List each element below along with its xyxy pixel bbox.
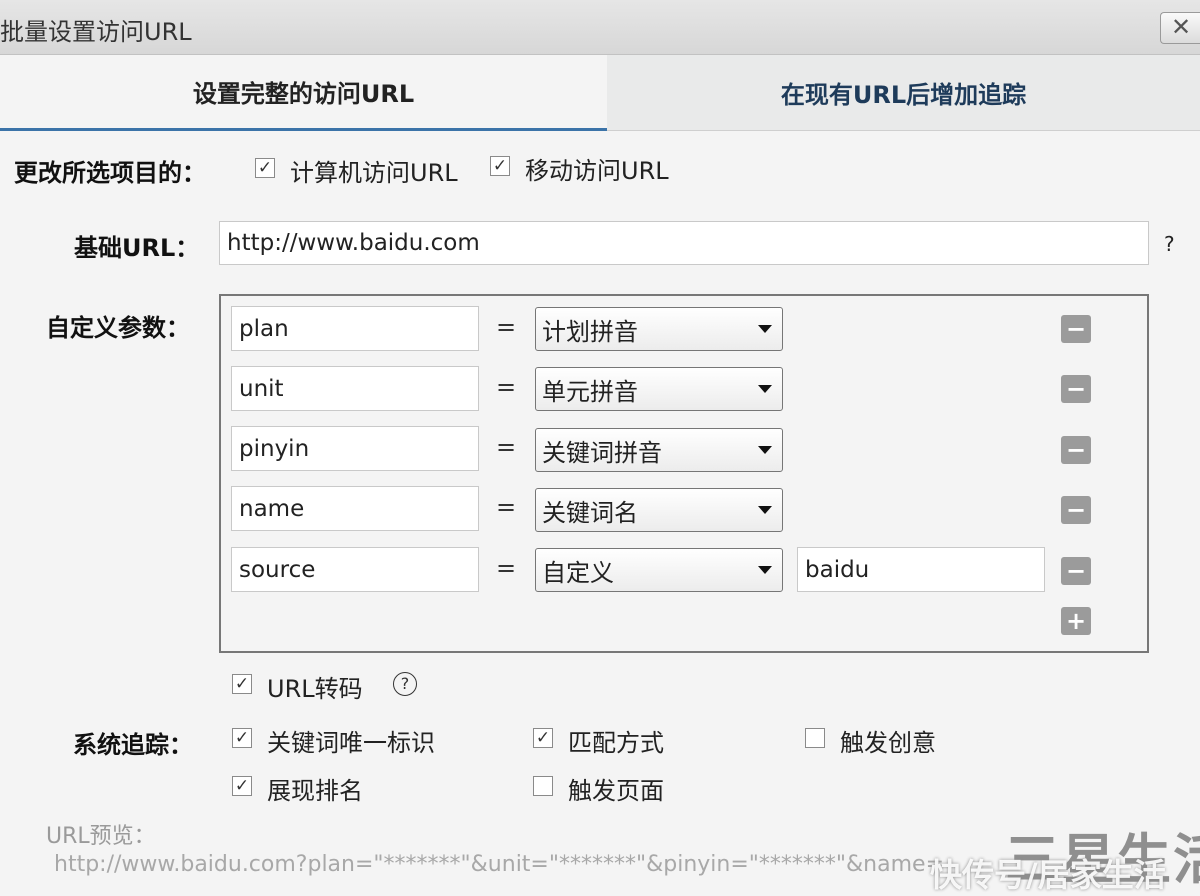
window-title: 批量设置访问URL [0, 18, 192, 46]
checkbox-url-encode-label: URL转码 [267, 675, 363, 703]
remove-param-button[interactable]: − [1061, 315, 1091, 343]
checkbox-display-rank-label: 展现排名 [267, 777, 363, 805]
watermark-caption: 快传号/居家生活 [930, 856, 1166, 894]
checkbox-match-type-label: 匹配方式 [568, 729, 664, 757]
checkbox-display-rank[interactable]: ✓ [232, 776, 252, 796]
minus-icon: − [1065, 375, 1087, 403]
checkbox-trigger-page-label: 触发页面 [568, 777, 664, 805]
param-equals: = [496, 493, 517, 521]
param-key-input[interactable]: plan [231, 306, 479, 351]
chevron-down-icon [758, 566, 772, 574]
remove-param-button[interactable]: − [1061, 375, 1091, 403]
tab-full-url-label: 设置完整的访问URL [192, 80, 415, 108]
param-value-select[interactable]: 单元拼音 [535, 367, 783, 411]
checkbox-mobile-url[interactable]: ✓ [490, 156, 510, 176]
minus-icon: − [1065, 436, 1087, 464]
checkbox-trigger-creative-label: 触发创意 [840, 729, 936, 757]
minus-icon: − [1065, 557, 1087, 585]
param-key-input[interactable]: pinyin [231, 426, 479, 471]
checkbox-match-type[interactable]: ✓ [533, 728, 553, 748]
param-key-input[interactable]: name [231, 486, 479, 531]
chevron-down-icon [758, 325, 772, 333]
chevron-down-icon [758, 385, 772, 393]
remove-param-button[interactable]: − [1061, 557, 1091, 585]
close-button[interactable]: ✕ [1160, 12, 1200, 44]
chevron-down-icon [758, 506, 772, 514]
tab-append-tracking[interactable]: 在现有URL后增加追踪 [607, 55, 1200, 131]
param-value-select[interactable]: 计划拼音 [535, 307, 783, 351]
param-equals: = [496, 554, 517, 582]
tab-append-tracking-label: 在现有URL后增加追踪 [780, 81, 1027, 109]
chevron-down-icon [758, 446, 772, 454]
change-selected-label: 更改所选项目的： [14, 159, 206, 187]
checkbox-mobile-url-label: 移动访问URL [525, 157, 669, 185]
param-value-select-text: 关键词拼音 [542, 438, 662, 467]
help-icon[interactable]: ? [393, 672, 417, 696]
checkbox-trigger-page[interactable] [533, 776, 553, 796]
remove-param-button[interactable]: − [1061, 496, 1091, 524]
plus-icon: + [1065, 607, 1087, 635]
param-key-input[interactable]: source [231, 547, 479, 592]
param-equals: = [496, 373, 517, 401]
checkbox-pc-url-label: 计算机访问URL [290, 159, 458, 187]
tab-full-url[interactable]: 设置完整的访问URL [0, 55, 607, 131]
url-preview-label: URL预览： [46, 824, 156, 849]
url-preview-text: http://www.baidu.com?plan="*******"&unit… [54, 852, 945, 877]
param-value-select[interactable]: 关键词拼音 [535, 428, 783, 472]
param-key-input[interactable]: unit [231, 366, 479, 411]
param-value-select-text: 计划拼音 [542, 317, 638, 346]
param-equals: = [496, 313, 517, 341]
param-value-select[interactable]: 自定义 [535, 548, 783, 592]
system-tracking-label: 系统追踪： [73, 731, 193, 759]
param-value-select-text: 关键词名 [542, 498, 638, 527]
param-value-select-text: 自定义 [542, 558, 614, 587]
param-value-select-text: 单元拼音 [542, 377, 638, 406]
base-url-input[interactable]: http://www.baidu.com [219, 221, 1149, 265]
param-custom-value-input[interactable]: baidu [797, 547, 1045, 592]
remove-param-button[interactable]: − [1061, 436, 1091, 464]
base-url-help-icon[interactable]: ? [1164, 232, 1175, 256]
add-param-button[interactable]: + [1061, 607, 1091, 635]
close-icon: ✕ [1170, 13, 1192, 41]
checkbox-keyword-id[interactable]: ✓ [232, 728, 252, 748]
param-value-select[interactable]: 关键词名 [535, 488, 783, 532]
checkbox-trigger-creative[interactable] [805, 728, 825, 748]
minus-icon: − [1065, 315, 1087, 343]
base-url-label: 基础URL： [74, 234, 200, 262]
checkbox-url-encode[interactable]: ✓ [232, 674, 252, 694]
checkbox-pc-url[interactable]: ✓ [255, 158, 275, 178]
custom-params-label: 自定义参数： [46, 314, 190, 342]
minus-icon: − [1065, 496, 1087, 524]
param-equals: = [496, 433, 517, 461]
checkbox-keyword-id-label: 关键词唯一标识 [267, 729, 435, 757]
